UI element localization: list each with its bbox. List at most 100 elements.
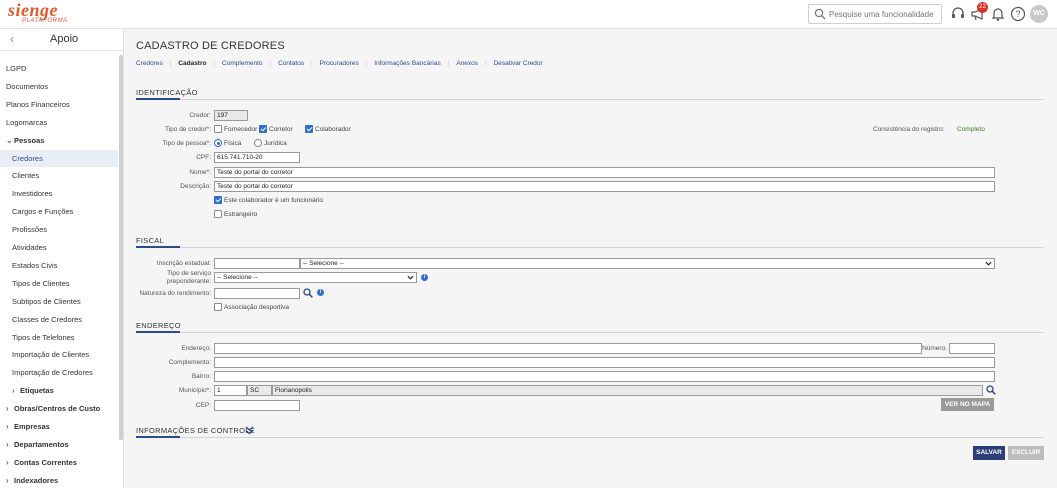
sidebar-item-etiquetas[interactable]: › Etiquetas <box>0 382 118 399</box>
search-box[interactable] <box>808 4 942 24</box>
fisica-radio[interactable] <box>214 139 222 147</box>
sidebar-item-tipos-de-telefones[interactable]: Tipos de Telefones <box>0 329 118 346</box>
chevron-down-icon <box>407 275 414 280</box>
tipo-servico-select[interactable]: -- Selecione -- <box>214 272 417 283</box>
consistencia-label: Consistência do registro: <box>873 126 945 133</box>
tab-cadastro[interactable]: Cadastro <box>178 60 206 67</box>
tab-credores[interactable]: Credores <box>136 60 163 67</box>
main-content: CADASTRO DE CREDORES Credores | Cadastro | C… <box>124 29 1057 488</box>
sidebar-item-label: Cargos e Funções <box>12 207 74 217</box>
bairro-field[interactable] <box>214 371 995 382</box>
sidebar-item-classes-de-credores[interactable]: Classes de Credores <box>0 311 118 328</box>
sidebar-scrollbar[interactable] <box>119 55 123 440</box>
double-chevron-down-icon[interactable] <box>245 426 254 435</box>
sidebar-item-subtipos-de-clientes[interactable]: Subtipos de Clientes <box>0 293 118 310</box>
tab-desativar-credor[interactable]: Desativar Credor <box>494 60 543 67</box>
search-icon[interactable] <box>986 385 996 395</box>
tab-contatos[interactable]: Contatos <box>278 60 304 67</box>
info-icon[interactable]: i <box>317 289 324 296</box>
tab-procuradores[interactable]: Procuradores <box>320 60 359 67</box>
corretor-checkbox[interactable] <box>259 125 267 133</box>
sidebar-item-lgpd[interactable]: LGPD <box>0 60 118 77</box>
sidebar-item-importacao-de-clientes[interactable]: Importação de Clientes <box>0 346 118 363</box>
sidebar-item-planos-financeiros[interactable]: Planos Financeiros <box>0 96 118 113</box>
sidebar-header: ‹ Apoio <box>0 29 124 51</box>
consistencia-value: Completo <box>957 126 985 133</box>
sidebar-item-investidores[interactable]: Investidores <box>0 185 118 202</box>
tab-anexos[interactable]: Anexos <box>456 60 478 67</box>
sidebar-item-profissoes[interactable]: Profissões <box>0 221 118 238</box>
sidebar-item-label: Documentos <box>6 81 49 91</box>
sidebar-item-label: Tipos de Telefones <box>12 332 75 342</box>
sidebar-item-estados-civis[interactable]: Estados Civis <box>0 257 118 274</box>
chevron-down-icon <box>985 261 992 266</box>
sidebar-item-logomarcas[interactable]: Logomarcas <box>0 114 118 131</box>
sidebar-item-contas-correntes[interactable]: › Contas Correntes <box>0 454 118 471</box>
cep-field[interactable] <box>214 400 300 411</box>
help-icon[interactable]: ? <box>1010 6 1026 22</box>
credor-label: Credor: <box>189 112 211 119</box>
tipo-servico-label-2: preponderante: <box>166 278 211 285</box>
descricao-field[interactable]: Teste do portal do corretor <box>214 181 995 192</box>
sidebar-item-departamentos[interactable]: › Departamentos <box>0 436 118 453</box>
tipo-servico-select-value: -- Selecione -- <box>217 274 258 281</box>
tab-informacoes-bancarias[interactable]: Informações Bancárias <box>374 60 440 67</box>
funcionario-label: Este colaborador é um funcionário <box>224 197 324 204</box>
inscricao-select[interactable]: -- Selecione -- <box>300 258 995 269</box>
endereco-field[interactable] <box>214 343 922 354</box>
nome-field[interactable]: Teste do portal do corretor <box>214 167 995 178</box>
sidebar-item-label: Contas Correntes <box>14 457 77 467</box>
salvar-button[interactable]: SALVAR <box>973 446 1005 460</box>
sidebar-item-documentos[interactable]: Documentos <box>0 78 118 95</box>
cpf-field[interactable]: 615.741.710-20 <box>214 152 300 163</box>
numero-field[interactable] <box>949 343 995 354</box>
page-title: CADASTRO DE CREDORES <box>136 40 285 52</box>
colaborador-checkbox[interactable] <box>305 125 313 133</box>
sidebar-item-empresas[interactable]: › Empresas <box>0 418 118 435</box>
sidebar-item-clientes[interactable]: Clientes <box>0 167 118 184</box>
search-input[interactable] <box>829 7 939 22</box>
sidebar-item-cargos-e-funcoes[interactable]: Cargos e Funções <box>0 203 118 220</box>
sidebar-item-importacao-de-credores[interactable]: Importação de Credores <box>0 364 118 381</box>
bairro-label: Bairro: <box>191 373 211 380</box>
back-chevron-icon[interactable]: ‹ <box>10 32 14 46</box>
excluir-button[interactable]: EXCLUIR <box>1008 446 1044 460</box>
estrangeiro-checkbox[interactable] <box>214 210 222 218</box>
sidebar-item-tipos-de-clientes[interactable]: Tipos de Clientes <box>0 275 118 292</box>
sidebar-item-label: Importação de Clientes <box>12 350 90 360</box>
sidebar-item-label: Subtipos de Clientes <box>12 296 81 306</box>
sidebar-item-credores[interactable]: Credores <box>0 149 118 167</box>
numero-label: Número: <box>922 345 947 352</box>
sidebar-item-indexadores[interactable]: › Indexadores <box>0 472 118 488</box>
bell-icon[interactable] <box>990 6 1006 22</box>
inscricao-field[interactable] <box>214 258 300 269</box>
complemento-field[interactable] <box>214 357 995 368</box>
fornecedor-checkbox[interactable] <box>214 125 222 133</box>
avatar[interactable]: WC <box>1030 5 1048 23</box>
tab-separator: | <box>269 61 272 67</box>
natureza-field[interactable] <box>214 288 300 299</box>
fisica-label: Física <box>224 140 242 147</box>
juridica-radio[interactable] <box>254 139 262 147</box>
sidebar-item-obras-centros-de-custo[interactable]: › Obras/Centros de Custo <box>0 400 118 417</box>
tab-complemento[interactable]: Complemento <box>222 60 262 67</box>
notification-badge: 22 <box>977 2 988 13</box>
complemento-label: Complemento: <box>168 359 211 366</box>
municipio-uf-field: SC <box>247 385 272 396</box>
cpf-label: CPF: <box>196 154 211 161</box>
ver-no-mapa-button[interactable]: VER NO MAPA <box>941 398 994 411</box>
tipo-servico-label: Tipo de serviço <box>167 270 211 277</box>
sidebar-item-label: Profissões <box>12 225 48 235</box>
sidebar-item-label: Etiquetas <box>20 386 54 396</box>
funcionario-checkbox[interactable] <box>214 196 222 204</box>
sidebar-item-atividades[interactable]: Atividades <box>0 239 118 256</box>
sidebar-item-pessoas[interactable]: ⌄Pessoas <box>0 132 118 149</box>
tab-separator: | <box>311 61 313 67</box>
headset-icon[interactable] <box>950 6 966 22</box>
associacao-checkbox[interactable] <box>214 303 222 311</box>
sidebar-item-label: Credores <box>12 153 43 163</box>
search-icon[interactable] <box>303 288 313 298</box>
municipio-code-field[interactable]: 1 <box>214 385 247 396</box>
info-icon[interactable]: i <box>421 274 428 281</box>
sienge-logo[interactable]: sienge PLATAFORMA <box>8 0 68 26</box>
